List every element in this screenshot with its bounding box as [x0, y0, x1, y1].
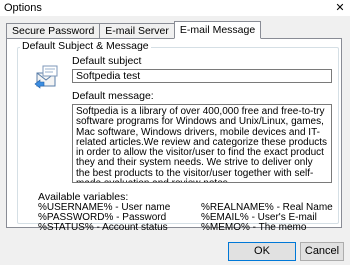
window-title: Options	[4, 2, 42, 14]
variable-status: %STATUS% - Account status	[38, 222, 168, 233]
tab-secure-password[interactable]: Secure Password	[6, 23, 101, 39]
tab-email-message[interactable]: E-mail Message	[173, 21, 262, 39]
tab-panel: Default Subject & Message Default subjec…	[6, 38, 342, 233]
ok-button[interactable]: OK	[228, 242, 296, 261]
message-label: Default message:	[72, 90, 154, 102]
mail-envelope-icon	[34, 65, 58, 89]
default-subject-message-group: Default Subject & Message Default subjec…	[17, 40, 339, 233]
tab-email-server[interactable]: E-mail Server	[99, 23, 175, 39]
variable-memo: %MEMO% - The memo	[201, 222, 307, 233]
close-icon[interactable]: ✕	[332, 1, 348, 15]
options-window: Options ✕ Secure Password E-mail Server …	[0, 0, 350, 265]
tab-strip: Secure Password E-mail Server E-mail Mes…	[6, 21, 262, 39]
title-bar: Options ✕	[0, 0, 350, 16]
message-textarea[interactable]: Softpedia is a library of over 400,000 f…	[72, 104, 332, 183]
group-title: Default Subject & Message	[20, 40, 151, 52]
subject-input[interactable]	[72, 69, 332, 83]
subject-label: Default subject	[72, 55, 142, 67]
cancel-button[interactable]: Cancel	[300, 242, 344, 261]
